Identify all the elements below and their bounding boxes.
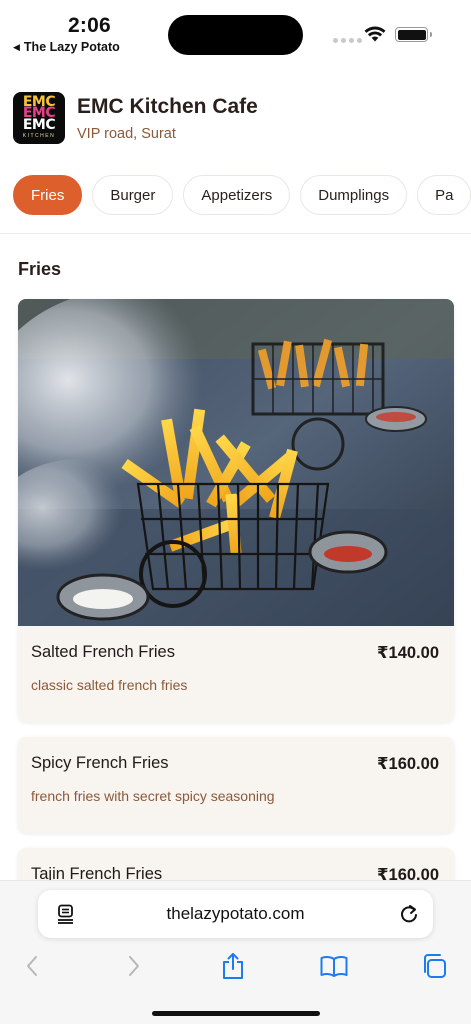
back-to-app-link[interactable]: ◀ The Lazy Potato [13, 40, 120, 54]
battery-icon [395, 27, 432, 42]
bookmarks-icon[interactable] [318, 950, 350, 982]
tab-burger[interactable]: Burger [92, 175, 174, 215]
section-title: Fries [18, 259, 62, 279]
menu-item-body: Salted French Fries ₹140.00 classic salt… [18, 626, 454, 722]
menu-item-card[interactable]: Spicy French Fries ₹160.00 french fries … [18, 737, 454, 833]
restaurant-logo: EMC EMC EMC KITCHEN [13, 92, 65, 144]
restaurant-name: EMC Kitchen Cafe [77, 95, 258, 118]
status-time: 2:06 [68, 14, 111, 37]
forward-icon[interactable] [118, 950, 150, 982]
item-description: classic salted french fries [31, 677, 188, 693]
tab-fries[interactable]: Fries [13, 175, 83, 215]
tab-dumplings[interactable]: Dumplings [300, 175, 408, 215]
dynamic-island [168, 15, 303, 55]
item-price: ₹140.00 [377, 644, 439, 662]
browser-toolbar: thelazypotato.com [0, 880, 471, 1024]
item-name: Spicy French Fries [31, 754, 169, 772]
category-tabs: Fries Burger Appetizers Dumplings Pa [13, 175, 471, 215]
tabs-divider [0, 233, 471, 234]
logo-text-4: KITCHEN [22, 133, 56, 139]
item-description: french fries with secret spicy seasoning [31, 788, 275, 804]
back-icon[interactable] [16, 950, 48, 982]
item-price: ₹160.00 [377, 755, 439, 773]
share-icon[interactable] [217, 950, 249, 982]
cellular-signal-icon [333, 38, 362, 43]
address-bar[interactable]: thelazypotato.com [38, 890, 433, 938]
tab-pa[interactable]: Pa [417, 175, 471, 215]
tabs-icon[interactable] [418, 950, 450, 982]
fries-photo [18, 299, 454, 626]
item-name: Salted French Fries [31, 643, 175, 661]
back-app-label: The Lazy Potato [23, 40, 120, 54]
browser-nav-row [0, 950, 471, 982]
reload-icon[interactable] [399, 903, 419, 925]
url-text: thelazypotato.com [166, 904, 305, 923]
tab-appetizers[interactable]: Appetizers [183, 175, 291, 215]
home-indicator [152, 1011, 320, 1016]
restaurant-header: EMC EMC EMC KITCHEN EMC Kitchen Cafe VIP… [13, 92, 458, 146]
logo-text-3: EMC [22, 117, 56, 133]
restaurant-location: VIP road, Surat [77, 126, 176, 142]
back-arrow-icon: ◀ [13, 42, 20, 52]
menu-item-body: Spicy French Fries ₹160.00 french fries … [18, 737, 454, 833]
menu-item-card[interactable]: Salted French Fries ₹140.00 classic salt… [18, 299, 454, 722]
wifi-icon [364, 26, 386, 42]
status-bar: 2:06 ◀ The Lazy Potato [0, 0, 471, 62]
